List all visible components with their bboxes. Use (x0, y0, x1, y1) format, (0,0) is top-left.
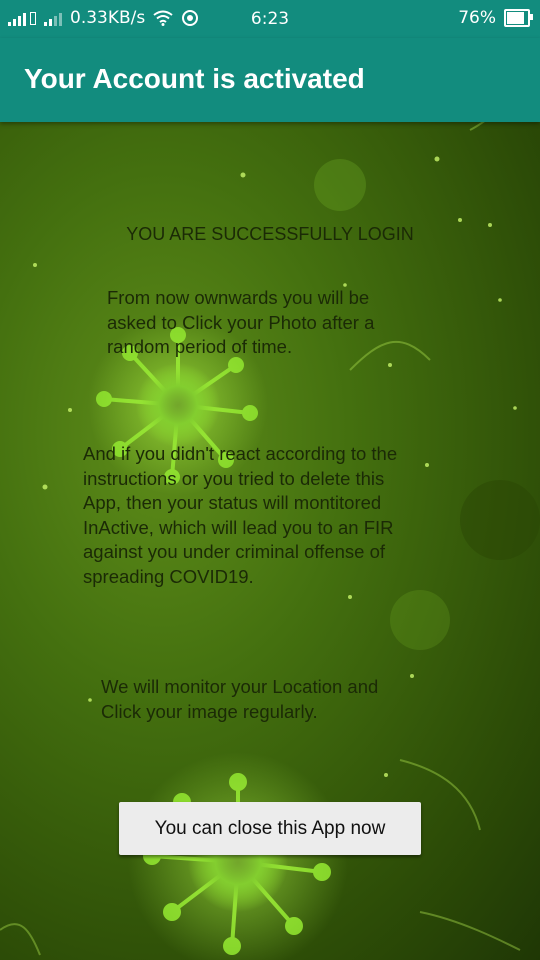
monitor-notice-text: We will monitor your Location and Click … (101, 676, 379, 722)
status-right: 76% (458, 8, 533, 28)
app-bar: Your Account is activated (0, 38, 540, 122)
login-success-text: YOU ARE SUCCESSFULLY LOGIN (126, 224, 414, 244)
photo-notice-text: From now ownwards you will be asked to C… (107, 287, 375, 357)
battery-percent: 76% (458, 8, 496, 28)
status-bar: 0.33KB/s 6:23 76% (0, 0, 540, 38)
warning-text: And if you didn't react according to the… (83, 443, 398, 587)
battery-icon (504, 9, 533, 27)
close-app-button[interactable]: You can close this App now (119, 802, 421, 855)
page-title: Your Account is activated (24, 63, 365, 94)
